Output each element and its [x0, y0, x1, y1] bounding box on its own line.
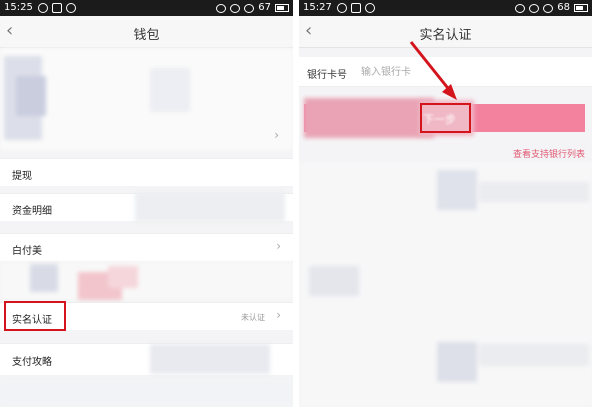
- fund-details-label: 资金明细: [12, 206, 52, 217]
- status-bar: 15:27 68: [299, 0, 592, 16]
- next-button-blur-left: [304, 98, 434, 138]
- page-title: 钱包: [133, 28, 160, 43]
- status-time: 15:25: [4, 2, 33, 13]
- lower-blurred: [299, 162, 592, 407]
- nav-bar: ‹ 实名认证: [299, 16, 592, 48]
- summary-chevron-icon[interactable]: ›: [274, 128, 279, 142]
- supported-banks-link[interactable]: 查看支持银行列表: [513, 147, 585, 160]
- system-status: 68: [515, 0, 588, 16]
- blurred-value: [150, 344, 270, 374]
- page-title: 实名认证: [419, 28, 472, 43]
- fund-details-row[interactable]: 资金明细: [0, 192, 293, 222]
- bank-card-input[interactable]: [361, 63, 481, 81]
- blurred-value: [135, 192, 285, 222]
- system-status: 67: [216, 0, 289, 16]
- status-time: 15:27: [303, 2, 332, 13]
- status-bar: 15:25 67: [0, 0, 293, 16]
- battery-level: 68: [557, 2, 570, 13]
- bank-card-row: 银行卡号: [299, 57, 592, 87]
- image-icon: [52, 3, 62, 13]
- signal-icon: [244, 3, 255, 13]
- withdraw-label: 提现: [12, 171, 32, 182]
- notification-icons: [337, 3, 375, 13]
- highlight-real-name-auth: [4, 301, 66, 331]
- check-icon: [66, 3, 76, 13]
- image-icon: [351, 3, 361, 13]
- wallet-summary-blurred: [0, 48, 293, 150]
- nav-bar: ‹ 钱包: [0, 16, 293, 48]
- chevron-right-icon: ›: [276, 239, 281, 253]
- alarm-icon: [216, 3, 227, 13]
- wifi-icon: [529, 3, 540, 13]
- notification-icons: [38, 3, 76, 13]
- wallet-screen: 15:25 67 ‹ 钱包 › 提现 资金明细 白付美 › 实名认证 未认证 ›…: [0, 0, 293, 407]
- baifumei-label: 白付美: [12, 246, 42, 257]
- wifi-icon: [230, 3, 241, 13]
- baifumei-row[interactable]: 白付美 ›: [0, 233, 293, 261]
- withdraw-row[interactable]: 提现: [0, 158, 293, 186]
- battery-icon: [275, 4, 289, 12]
- auth-status: 未认证: [241, 313, 265, 322]
- signal-icon: [543, 3, 554, 13]
- chat-icon: [337, 3, 347, 13]
- battery-level: 67: [258, 2, 271, 13]
- highlight-next-button: [420, 103, 471, 133]
- chat-icon: [38, 3, 48, 13]
- chevron-right-icon: ›: [276, 308, 281, 322]
- bank-card-label: 银行卡号: [307, 70, 347, 81]
- check-icon: [365, 3, 375, 13]
- payment-guide-row[interactable]: 支付攻略: [0, 343, 293, 375]
- payment-guide-label: 支付攻略: [12, 357, 52, 368]
- battery-icon: [574, 4, 588, 12]
- bottom-blurred: [0, 378, 293, 407]
- promo-blurred: [0, 262, 293, 300]
- alarm-icon: [515, 3, 526, 13]
- real-name-auth-screen: 15:27 68 ‹ 实名认证 银行卡号 下一步 查看支持银行列表: [299, 0, 592, 407]
